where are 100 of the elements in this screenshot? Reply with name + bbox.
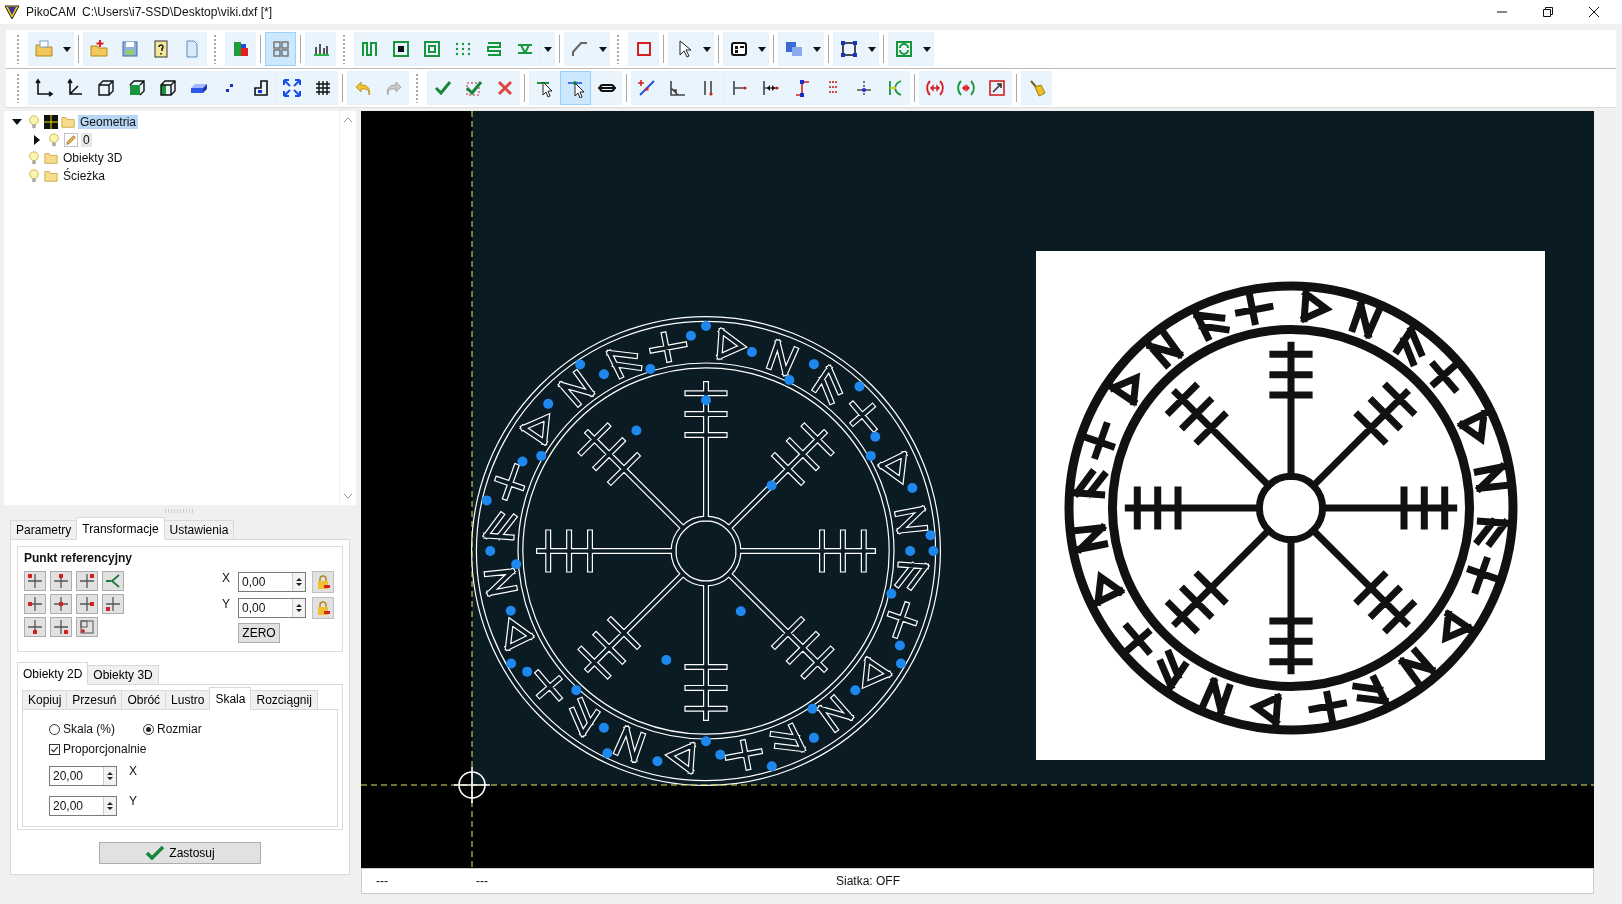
dropdown-button[interactable]: [919, 32, 934, 66]
arrow-brackets-button[interactable]: [919, 71, 950, 105]
light-bulb-icon[interactable]: [27, 169, 41, 183]
close-button[interactable]: [489, 71, 520, 105]
number-field[interactable]: 0,00: [238, 572, 306, 592]
number-field[interactable]: 0,00: [238, 598, 306, 618]
broom-button[interactable]: [1021, 71, 1052, 105]
tree-item[interactable]: 0: [81, 133, 92, 147]
spin-arrows-icon[interactable]: [106, 770, 114, 782]
reference-point-button[interactable]: [24, 594, 46, 614]
dropdown-button[interactable]: [754, 32, 769, 66]
operation-tab[interactable]: Skala: [209, 687, 252, 710]
object-type-tab[interactable]: Obiekty 3D: [87, 665, 159, 685]
drawing-canvas[interactable]: [361, 111, 1594, 868]
tiles-button[interactable]: [265, 32, 296, 66]
apply-button[interactable]: Zastosuj: [99, 842, 261, 864]
axis-button[interactable]: [28, 71, 59, 105]
bent-line-button[interactable]: [564, 32, 595, 66]
reference-point-button[interactable]: [24, 617, 46, 637]
square-outline-button[interactable]: [628, 32, 659, 66]
dropdown-button[interactable]: [595, 32, 610, 66]
reference-point-button[interactable]: [50, 617, 72, 637]
tree-item[interactable]: Obiekty 3D: [61, 151, 125, 165]
radio-label[interactable]: Skala (%): [63, 722, 115, 736]
folder-plus-button[interactable]: [83, 32, 114, 66]
status-text: Siatka: OFF: [836, 874, 900, 888]
operation-tab[interactable]: Rozciągnij: [250, 690, 318, 710]
tangent-arc-button[interactable]: [879, 71, 910, 105]
radio-label[interactable]: Rozmiar: [157, 722, 202, 736]
operation-tab[interactable]: Lustro: [165, 690, 211, 710]
overlapping-squares-button[interactable]: [778, 32, 809, 66]
reference-point-icon: [28, 574, 42, 588]
check-mark-button[interactable]: [427, 71, 458, 105]
collapsed-arrow-icon[interactable]: [32, 135, 42, 145]
spin-arrows-icon[interactable]: [295, 602, 303, 614]
rune-circle-drawing[interactable]: [471, 316, 941, 786]
reference-point-button[interactable]: [76, 617, 98, 637]
operation-tab[interactable]: Kopiuj: [22, 690, 68, 710]
reference-point-button[interactable]: [102, 571, 124, 591]
lock-button[interactable]: [312, 597, 334, 619]
square-nodes-button[interactable]: [833, 32, 864, 66]
lock-button[interactable]: [312, 571, 334, 593]
color-bars-button[interactable]: [225, 32, 256, 66]
tiles-icon: [270, 39, 291, 59]
caret-icon: [922, 46, 931, 52]
dropdown-button[interactable]: [59, 32, 74, 66]
reference-point-button[interactable]: [50, 571, 72, 591]
operation-tab[interactable]: Przesuń: [66, 690, 123, 710]
number-field[interactable]: 20,00: [49, 796, 117, 816]
panel-tab[interactable]: Parametry: [10, 520, 78, 540]
reference-point-button[interactable]: [76, 571, 98, 591]
grid-button[interactable]: [307, 71, 338, 105]
dropdown-button[interactable]: [864, 32, 879, 66]
zero-button[interactable]: ZERO: [238, 623, 280, 643]
box-arrow-button[interactable]: [981, 71, 1012, 105]
number-field[interactable]: 20,00: [49, 766, 117, 786]
restore-icon[interactable]: [1542, 6, 1554, 18]
reference-point-button[interactable]: [102, 594, 124, 614]
bent-line-icon: [569, 39, 590, 59]
toolbar-grip[interactable]: [16, 34, 20, 64]
spin-arrows-icon[interactable]: [295, 576, 303, 588]
panel-tab[interactable]: Ustawienia: [163, 520, 235, 540]
reference-point-icon: [54, 574, 68, 588]
close-icon[interactable]: [1588, 6, 1600, 18]
folder-plus-icon: [88, 39, 109, 59]
tree-item[interactable]: Ścieżka: [61, 169, 108, 183]
window-grid-button[interactable]: [723, 32, 754, 66]
splitter-grip-icon[interactable]: [165, 509, 195, 513]
dropdown-button[interactable]: [809, 32, 824, 66]
light-bulb-icon[interactable]: [47, 133, 61, 147]
dropdown-button[interactable]: [540, 32, 555, 66]
arrow-brackets-icon: [924, 78, 945, 98]
folder-icon: [44, 151, 58, 165]
filled-square-icon: [390, 39, 411, 59]
bar-chart-button[interactable]: [305, 32, 336, 66]
scroll-down-icon[interactable]: [343, 493, 353, 499]
spin-arrows-icon[interactable]: [106, 800, 114, 812]
toolbar-grip[interactable]: [213, 34, 217, 64]
reference-point-button[interactable]: [50, 594, 72, 614]
toolbar-grip[interactable]: [342, 34, 346, 64]
dropdown-button[interactable]: [699, 32, 714, 66]
line-point-button[interactable]: [631, 71, 662, 105]
reference-point-button[interactable]: [76, 594, 98, 614]
panel-tab[interactable]: Transformacje: [76, 517, 165, 540]
node-pointer-button[interactable]: [560, 71, 591, 105]
link-button[interactable]: [591, 71, 622, 105]
reference-point-button[interactable]: [24, 571, 46, 591]
pointer-button[interactable]: [668, 32, 699, 66]
caret-icon: [812, 46, 821, 52]
toolbar-grip[interactable]: [16, 73, 20, 103]
light-bulb-icon[interactable]: [27, 151, 41, 165]
toolbar-grip[interactable]: [415, 73, 419, 103]
object-type-tab[interactable]: Obiekty 2D: [17, 662, 89, 685]
toolbar-grip[interactable]: [616, 34, 620, 64]
scroll-up-icon[interactable]: [343, 117, 353, 123]
expanded-arrow-icon[interactable]: [12, 117, 22, 127]
proportional-checkbox[interactable]: Proporcjonalnie: [49, 742, 311, 756]
tree-item[interactable]: Geometria: [78, 115, 139, 129]
light-bulb-icon[interactable]: [27, 115, 41, 129]
operation-tab[interactable]: Obróć: [121, 690, 167, 710]
